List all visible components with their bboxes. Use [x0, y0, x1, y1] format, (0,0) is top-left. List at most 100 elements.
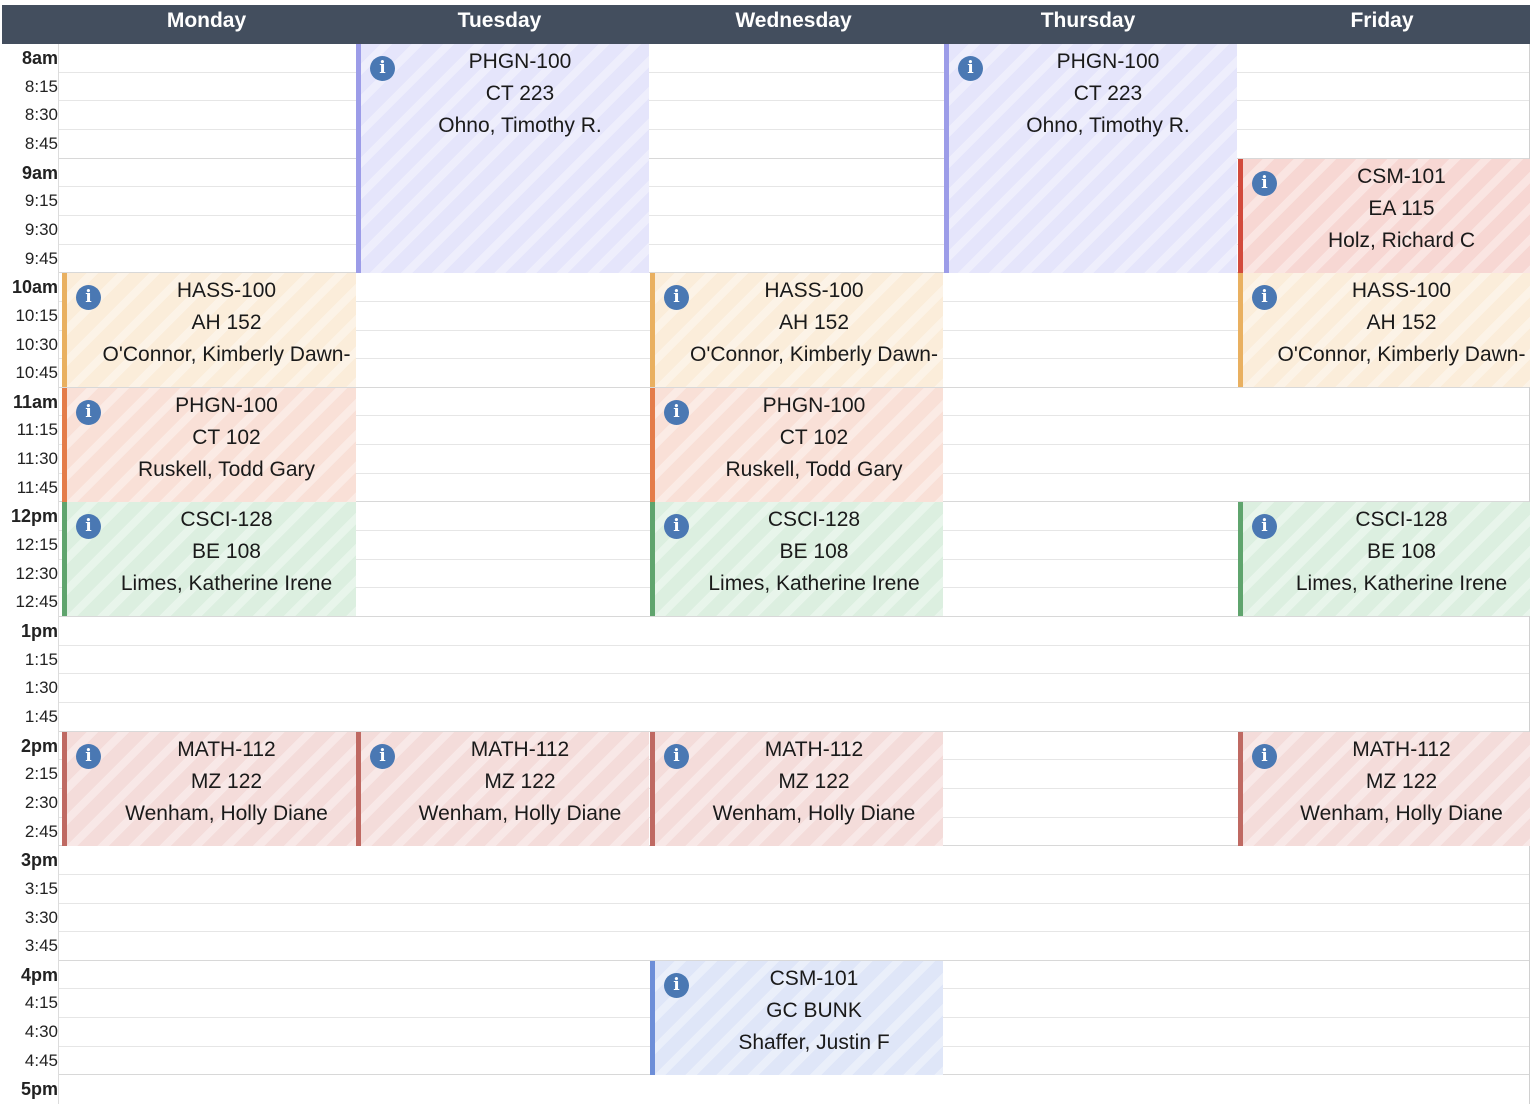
- event-details: PHGN-100 CT 223 Ohno, Timothy R.: [949, 46, 1237, 142]
- event-details: CSCI-128 BE 108 Limes, Katherine Irene: [655, 504, 943, 600]
- time-label: 12:15: [15, 535, 58, 555]
- event-course: PHGN-100: [468, 50, 572, 73]
- day-header-monday: Monday: [166, 9, 247, 32]
- time-label: 8:15: [24, 76, 58, 96]
- time-label: 5pm: [20, 1079, 58, 1100]
- event-instructor: Ohno, Timothy R.: [1026, 114, 1190, 137]
- event-course: PHGN-100: [1056, 50, 1160, 73]
- class-event[interactable]: i HASS-100 AH 152 O'Connor, Kimberly Dawn-: [650, 273, 943, 388]
- class-event[interactable]: i CSM-101 GC BUNK Shaffer, Justin F: [650, 960, 943, 1075]
- event-room: CT 102: [779, 425, 849, 449]
- event-details: CSM-101 GC BUNK Shaffer, Justin F: [655, 963, 943, 1059]
- time-label: 11am: [12, 391, 58, 412]
- day-header-wednesday: Wednesday: [735, 9, 852, 32]
- event-course: CSCI-128: [180, 508, 273, 532]
- time-label: 9:30: [24, 219, 58, 239]
- time-label: 3:30: [24, 907, 58, 927]
- event-instructor: Shaffer, Justin F: [738, 1030, 890, 1054]
- event-room: MZ 122: [190, 769, 263, 793]
- time-label: 9am: [21, 162, 58, 183]
- event-details: MATH-112 MZ 122 Wenham, Holly Diane: [1243, 734, 1530, 830]
- day-header-tuesday: Tuesday: [457, 9, 542, 32]
- class-event[interactable]: i PHGN-100 CT 223 Ohno, Timothy R.: [356, 44, 649, 273]
- event-details: HASS-100 AH 152 O'Connor, Kimberly Dawn-: [655, 275, 943, 371]
- time-label: 3:15: [24, 878, 58, 898]
- event-instructor: O'Connor, Kimberly Dawn-: [102, 343, 351, 367]
- time-label: 11:45: [16, 477, 58, 497]
- time-label: 8:30: [24, 105, 58, 125]
- time-slot-divider: [59, 128, 1529, 130]
- time-label: 2:30: [24, 792, 58, 812]
- event-details: PHGN-100 CT 223 Ohno, Timothy R.: [361, 46, 649, 142]
- event-details: MATH-112 MZ 122 Wenham, Holly Diane: [67, 734, 356, 830]
- class-event[interactable]: i CSCI-128 BE 108 Limes, Katherine Irene: [1238, 502, 1530, 617]
- event-room: GC BUNK: [766, 998, 862, 1022]
- event-instructor: Ruskell, Todd Gary: [137, 457, 316, 481]
- time-label: 2:45: [24, 821, 58, 841]
- time-label: 8:45: [24, 133, 58, 153]
- event-details: HASS-100 AH 152 O'Connor, Kimberly Dawn-: [67, 275, 356, 371]
- event-course: MATH-112: [764, 737, 864, 761]
- time-label: 10:45: [15, 363, 58, 383]
- time-label: 3pm: [20, 850, 58, 871]
- class-event[interactable]: i MATH-112 MZ 122 Wenham, Holly Diane: [650, 731, 943, 846]
- time-label: 12pm: [10, 506, 58, 527]
- event-details: PHGN-100 CT 102 Ruskell, Todd Gary: [655, 390, 943, 486]
- event-details: CSM-101 EA 115 Holz, Richard C: [1243, 161, 1530, 257]
- time-slot-divider: [59, 873, 1529, 875]
- time-label: 12:45: [15, 592, 58, 612]
- event-room: MZ 122: [778, 769, 850, 793]
- time-label: 3:45: [24, 936, 58, 956]
- time-label: 9:15: [24, 191, 58, 211]
- event-room: MZ 122: [484, 769, 556, 793]
- event-instructor: Wenham, Holly Diane: [712, 801, 916, 825]
- event-room: BE 108: [779, 540, 849, 564]
- event-details: CSCI-128 BE 108 Limes, Katherine Irene: [1243, 504, 1530, 600]
- event-details: CSCI-128 BE 108 Limes, Katherine Irene: [67, 504, 356, 600]
- event-room: MZ 122: [1365, 769, 1438, 793]
- event-instructor: O'Connor, Kimberly Dawn-: [690, 343, 938, 367]
- event-room: AH 152: [191, 311, 262, 335]
- event-course: MATH-112: [1352, 737, 1451, 761]
- day-header-thursday: Thursday: [1040, 9, 1136, 32]
- class-event[interactable]: i HASS-100 AH 152 O'Connor, Kimberly Dawn-: [1238, 273, 1530, 388]
- event-instructor: Wenham, Holly Diane: [125, 801, 328, 825]
- day-header-bar: Monday Tuesday Wednesday Thursday Friday: [2, 5, 1530, 44]
- time-label: 8am: [21, 48, 58, 68]
- event-instructor: Limes, Katherine Irene: [120, 572, 333, 596]
- time-label: 1:30: [24, 678, 58, 698]
- weekly-calendar: Monday Tuesday Wednesday Thursday Friday…: [0, 0, 1531, 1104]
- class-event[interactable]: i PHGN-100 CT 102 Ruskell, Todd Gary: [62, 387, 356, 502]
- event-instructor: Ruskell, Todd Gary: [725, 457, 903, 481]
- event-course: HASS-100: [1351, 279, 1452, 303]
- time-slot-divider: [59, 931, 1529, 933]
- class-event[interactable]: i CSCI-128 BE 108 Limes, Katherine Irene: [62, 502, 356, 617]
- event-instructor: Wenham, Holly Diane: [1300, 801, 1503, 825]
- event-details: MATH-112 MZ 122 Wenham, Holly Diane: [361, 734, 649, 830]
- class-event[interactable]: i MATH-112 MZ 122 Wenham, Holly Diane: [356, 731, 649, 846]
- class-event[interactable]: i PHGN-100 CT 223 Ohno, Timothy R.: [944, 44, 1237, 273]
- class-event[interactable]: i MATH-112 MZ 122 Wenham, Holly Diane: [1238, 731, 1530, 846]
- time-slot-divider: [59, 701, 1529, 703]
- event-details: MATH-112 MZ 122 Wenham, Holly Diane: [655, 734, 943, 830]
- time-label: 9:45: [24, 248, 58, 268]
- event-instructor: O'Connor, Kimberly Dawn-: [1277, 343, 1526, 367]
- event-room: EA 115: [1368, 196, 1435, 220]
- event-room: AH 152: [778, 311, 850, 335]
- time-label: 1:45: [24, 706, 58, 726]
- event-course: HASS-100: [176, 279, 277, 303]
- class-event[interactable]: i CSM-101 EA 115 Holz, Richard C: [1238, 158, 1530, 273]
- event-course: CSCI-128: [767, 508, 861, 532]
- class-event[interactable]: i HASS-100 AH 152 O'Connor, Kimberly Dawn-: [62, 273, 356, 388]
- class-event[interactable]: i PHGN-100 CT 102 Ruskell, Todd Gary: [650, 387, 943, 502]
- event-details: HASS-100 AH 152 O'Connor, Kimberly Dawn-: [1243, 275, 1530, 371]
- class-event[interactable]: i MATH-112 MZ 122 Wenham, Holly Diane: [62, 731, 356, 846]
- event-instructor: Limes, Katherine Irene: [1295, 572, 1508, 596]
- event-course: CSCI-128: [1355, 508, 1448, 532]
- time-label: 12:30: [15, 563, 58, 583]
- event-instructor: Wenham, Holly Diane: [418, 801, 622, 825]
- class-event[interactable]: i CSCI-128 BE 108 Limes, Katherine Irene: [650, 502, 943, 617]
- time-slot-divider: [59, 71, 1529, 73]
- day-header-friday: Friday: [1350, 9, 1414, 32]
- event-instructor: Limes, Katherine Irene: [708, 572, 920, 596]
